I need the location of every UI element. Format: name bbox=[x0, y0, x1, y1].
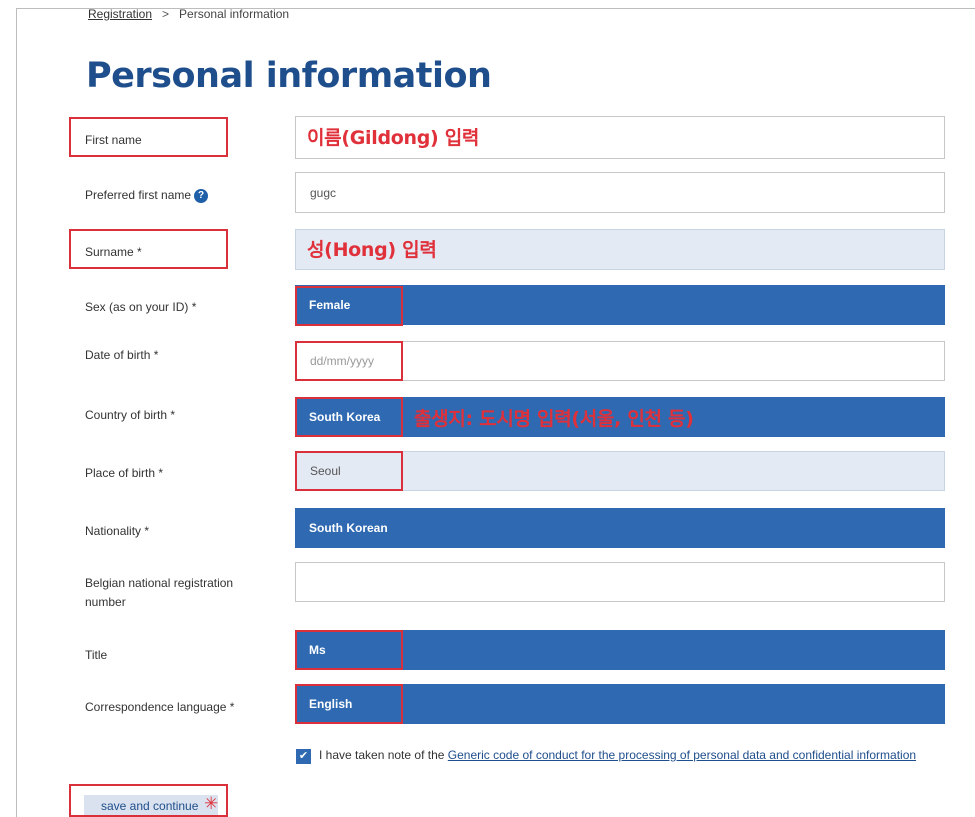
breadcrumb-separator: > bbox=[162, 7, 170, 21]
page-title: Personal information bbox=[86, 56, 492, 96]
preferred-first-name-value: gugc bbox=[310, 185, 337, 200]
title-select[interactable]: Ms bbox=[295, 630, 945, 670]
save-and-continue-button[interactable]: save and continue bbox=[84, 795, 218, 817]
sex-label: Sex (as on your ID) * bbox=[85, 300, 197, 314]
consent-checkbox[interactable]: ✔ bbox=[296, 749, 311, 764]
nationality-label: Nationality * bbox=[85, 524, 150, 538]
title-value: Ms bbox=[309, 643, 326, 657]
click-burst-icon: ✳ bbox=[204, 794, 219, 813]
preferred-first-name-input[interactable]: gugc bbox=[295, 172, 945, 213]
sex-value: Female bbox=[309, 298, 351, 312]
preferred-first-name-label-text: Preferred first name bbox=[85, 188, 192, 202]
code-of-conduct-link[interactable]: Generic code of conduct for the processi… bbox=[448, 748, 916, 762]
breadcrumb: Registration > Personal information bbox=[88, 7, 289, 21]
place-of-birth-value: Seoul bbox=[310, 464, 341, 478]
consent-text: I have taken note of the Generic code of… bbox=[319, 748, 916, 762]
surname-label: Surname * bbox=[85, 245, 142, 259]
sex-select[interactable]: Female bbox=[295, 285, 945, 325]
belgian-registration-label: Belgian national registration number bbox=[85, 576, 234, 609]
nationality-value: South Korean bbox=[309, 521, 388, 535]
title-label: Title bbox=[85, 648, 108, 662]
checkmark-icon: ✔ bbox=[298, 750, 309, 762]
help-icon[interactable]: ? bbox=[194, 188, 209, 203]
belgian-registration-input[interactable] bbox=[295, 562, 945, 602]
preferred-first-name-label: Preferred first name? bbox=[85, 186, 209, 205]
consent-prefix: I have taken note of the bbox=[319, 748, 445, 762]
panel-left-border bbox=[16, 8, 17, 817]
date-of-birth-input[interactable]: dd/mm/yyyy bbox=[295, 341, 945, 381]
surname-annotation: 성(Hong) 입력 bbox=[307, 239, 437, 261]
correspondence-language-value: English bbox=[309, 697, 353, 711]
place-of-birth-label: Place of birth * bbox=[85, 466, 164, 480]
breadcrumb-registration-link[interactable]: Registration bbox=[88, 7, 152, 21]
first-name-annotation: 이름(Gildong) 입력 bbox=[307, 127, 480, 149]
date-of-birth-label: Date of birth * bbox=[85, 348, 159, 362]
country-of-birth-label: Country of birth * bbox=[85, 408, 176, 422]
first-name-label: First name bbox=[85, 133, 142, 147]
nationality-select[interactable]: South Korean bbox=[295, 508, 945, 548]
date-of-birth-placeholder: dd/mm/yyyy bbox=[310, 354, 375, 368]
place-of-birth-input[interactable]: Seoul bbox=[295, 451, 945, 491]
country-of-birth-annotation: 출생지: 도시명 입력(서울, 인천 등) bbox=[414, 408, 694, 430]
correspondence-language-label: Correspondence language * bbox=[85, 700, 235, 714]
correspondence-language-select[interactable]: English bbox=[295, 684, 945, 724]
country-of-birth-value: South Korea bbox=[309, 410, 381, 424]
breadcrumb-current: Personal information bbox=[179, 7, 290, 21]
